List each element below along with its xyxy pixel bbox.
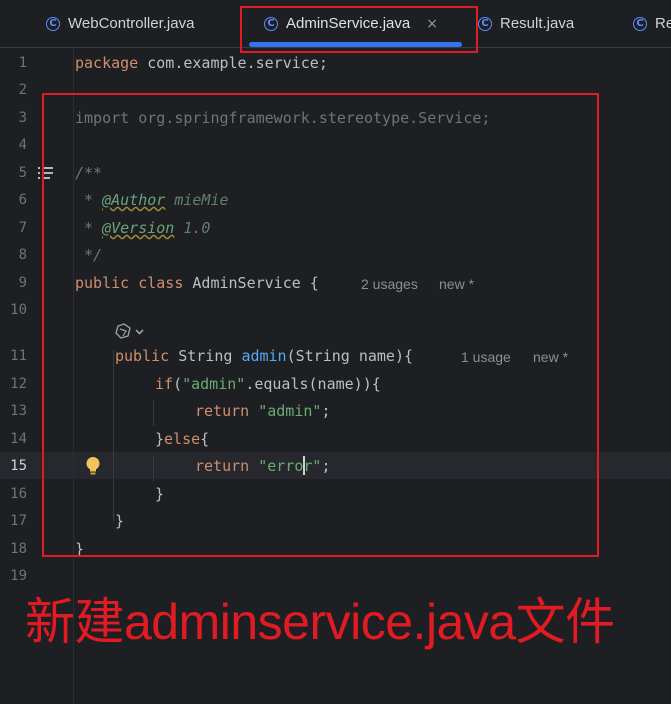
line-number: 18 xyxy=(10,541,27,557)
line-number: 5 xyxy=(18,165,27,181)
line-number: 1 xyxy=(18,55,27,71)
line-number: 9 xyxy=(18,275,27,291)
line-number: 17 xyxy=(10,513,27,529)
line-number: 10 xyxy=(10,302,27,318)
line-number-current: 15 xyxy=(10,458,27,474)
class-icon: C xyxy=(478,16,492,31)
tab-webcontroller[interactable]: C WebController.java xyxy=(46,0,194,47)
line-number: 12 xyxy=(10,376,27,392)
code-line-1: package com.example.service; xyxy=(75,54,328,72)
line-number: 6 xyxy=(18,192,27,208)
line-number: 4 xyxy=(18,137,27,153)
tab-label: Re xyxy=(655,15,671,32)
tab-label: WebController.java xyxy=(68,15,195,32)
class-icon: C xyxy=(46,16,60,31)
line-number: 3 xyxy=(18,110,27,126)
line-number: 7 xyxy=(18,220,27,236)
code-highlight-box xyxy=(42,93,599,557)
line-number: 8 xyxy=(18,247,27,263)
line-number: 16 xyxy=(10,486,27,502)
tab-label: Result.java xyxy=(500,15,575,32)
class-icon: C xyxy=(633,16,647,31)
line-number: 19 xyxy=(10,568,27,584)
tab-highlight-box xyxy=(240,6,478,53)
annotation-text: 新建adminservice.java文件 xyxy=(25,594,615,650)
tab-truncated[interactable]: C Re xyxy=(633,0,671,47)
code-text: com.example.service; xyxy=(138,54,328,72)
line-number: 11 xyxy=(10,348,27,364)
keyword: package xyxy=(75,54,139,72)
tab-result[interactable]: C Result.java xyxy=(478,0,574,47)
line-number: 14 xyxy=(10,431,27,447)
line-number: 13 xyxy=(10,403,27,419)
line-number: 2 xyxy=(18,82,27,98)
